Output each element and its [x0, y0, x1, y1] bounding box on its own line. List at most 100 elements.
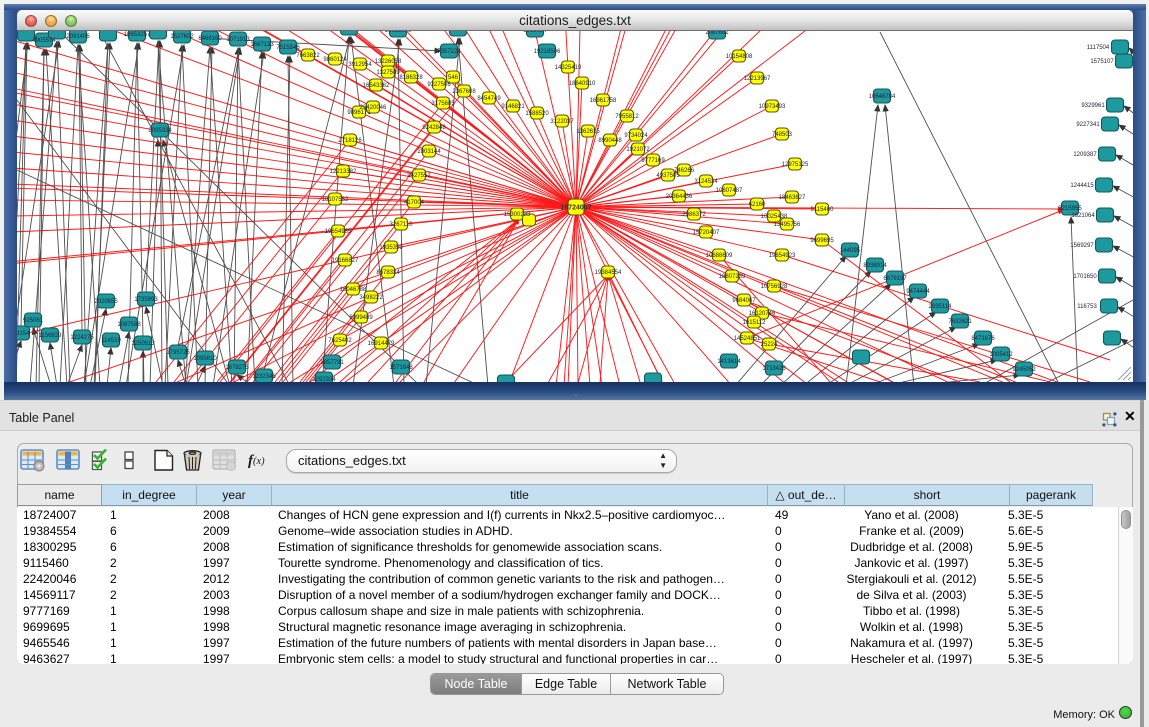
svg-text:7955812: 7955812: [615, 114, 639, 120]
svg-text:1071913: 1071913: [226, 37, 250, 43]
svg-text:10607487: 10607487: [716, 188, 743, 194]
svg-text:9327508: 9327508: [427, 82, 451, 88]
svg-text:3215955: 3215955: [1058, 206, 1082, 212]
svg-text:16046788: 16046788: [340, 287, 367, 293]
svg-text:18807289: 18807289: [719, 274, 746, 280]
svg-text:6879197: 6879197: [883, 276, 907, 282]
svg-text:8938914: 8938914: [863, 263, 887, 269]
svg-text:1362615: 1362615: [576, 129, 600, 135]
svg-text:2091406: 2091406: [66, 34, 90, 40]
svg-text:8990448: 8990448: [598, 138, 622, 144]
svg-text:9734024: 9734024: [624, 133, 648, 139]
svg-text:6466160: 6466160: [198, 36, 222, 42]
svg-text:1209387: 1209387: [1073, 152, 1097, 158]
svg-text:7515546: 7515546: [276, 45, 300, 51]
svg-text:1232346: 1232346: [252, 374, 276, 380]
svg-text:1667133: 1667133: [250, 42, 274, 48]
svg-text:15300233: 15300233: [504, 212, 531, 218]
svg-text:3912954: 3912954: [348, 62, 372, 68]
svg-text:10154808: 10154808: [726, 54, 753, 60]
svg-text:12975125: 12975125: [782, 162, 809, 168]
svg-text:4905574: 4905574: [32, 38, 56, 44]
svg-text:19218506: 19218506: [534, 49, 561, 55]
svg-text:18107552: 18107552: [322, 197, 349, 203]
svg-text:16543362: 16543362: [363, 83, 390, 89]
svg-text:1921072: 1921072: [626, 147, 650, 153]
svg-text:7663822: 7663822: [296, 53, 320, 59]
svg-text:1224275: 1224275: [70, 335, 94, 341]
svg-text:114519: 114519: [101, 338, 121, 344]
svg-text:12213382: 12213382: [330, 169, 357, 175]
svg-text:2020655: 2020655: [94, 299, 118, 305]
svg-text:19166827: 19166827: [332, 258, 359, 264]
svg-text:13495756: 13495756: [774, 222, 801, 228]
svg-text:10973493: 10973493: [759, 104, 786, 110]
svg-text:14524851: 14524851: [734, 336, 761, 342]
svg-text:1527602: 1527602: [170, 34, 194, 40]
svg-text:25224: 25224: [761, 342, 778, 348]
svg-text:8454749: 8454749: [477, 96, 501, 102]
svg-text:18463627: 18463627: [779, 195, 806, 201]
svg-text:10756928: 10756928: [761, 284, 788, 290]
svg-text:1733426: 1733426: [762, 366, 786, 372]
svg-text:1575107: 1575107: [1090, 59, 1114, 65]
svg-text:19654923: 19654923: [769, 253, 796, 259]
svg-text:3124534: 3124534: [694, 179, 718, 185]
svg-text:19654985: 19654985: [325, 229, 352, 235]
svg-text:3267110: 3267110: [390, 222, 414, 228]
svg-text:1795725: 1795725: [166, 350, 190, 356]
svg-text:9427552: 9427552: [407, 173, 431, 179]
svg-text:9699695: 9699695: [810, 238, 834, 244]
svg-text:144095: 144095: [840, 248, 861, 254]
svg-text:1292334: 1292334: [312, 377, 336, 382]
svg-text:3175685: 3175685: [431, 101, 455, 107]
svg-text:2935114: 2935114: [929, 304, 953, 310]
svg-text:9227341: 9227341: [1076, 122, 1100, 128]
svg-text:9329961: 9329961: [1081, 103, 1105, 109]
svg-text:12213967: 12213967: [744, 76, 771, 82]
svg-text:9146821: 9146821: [501, 104, 525, 110]
svg-text:7632621: 7632621: [948, 319, 972, 325]
svg-text:9857791: 9857791: [320, 360, 344, 366]
svg-text:9474444: 9474444: [906, 289, 930, 295]
svg-text:8813054: 8813054: [523, 31, 547, 34]
svg-text:20364436: 20364436: [666, 194, 693, 200]
svg-text:1701650: 1701650: [1073, 274, 1097, 280]
svg-text:1735993: 1735993: [134, 297, 158, 303]
svg-text:1621064: 1621064: [1071, 213, 1095, 219]
svg-text:10648784: 10648784: [869, 94, 896, 100]
svg-text:18724007: 18724007: [560, 205, 591, 212]
svg-text:39154: 39154: [17, 331, 30, 337]
svg-text:546: 546: [448, 75, 459, 81]
svg-text:1005412: 1005412: [989, 352, 1013, 358]
svg-text:1244415: 1244415: [1070, 183, 1094, 189]
svg-text:2367608: 2367608: [452, 89, 476, 95]
svg-text:16914479: 16914479: [368, 341, 395, 347]
svg-text:2803144: 2803144: [417, 149, 441, 155]
svg-text:1935359: 1935359: [379, 245, 403, 251]
svg-text:1571648: 1571648: [389, 365, 413, 371]
svg-text:7357224: 7357224: [437, 49, 461, 55]
svg-text:2986372: 2986372: [682, 212, 706, 218]
svg-text:7625402: 7625402: [328, 338, 352, 344]
svg-text:116753: 116753: [1077, 304, 1097, 310]
svg-text:1156829: 1156829: [39, 333, 63, 339]
svg-text:925061: 925061: [23, 318, 44, 324]
svg-text:9242848: 9242848: [422, 125, 446, 131]
svg-text:3498222: 3498222: [359, 295, 383, 301]
svg-text:9684067: 9684067: [732, 298, 756, 304]
svg-text:10025438: 10025438: [761, 214, 788, 220]
svg-text:16961758: 16961758: [590, 98, 617, 104]
svg-text:1250513: 1250513: [131, 341, 155, 347]
svg-text:14325419: 14325419: [555, 65, 582, 71]
svg-text:6099489: 6099489: [349, 315, 373, 321]
svg-text:9245052: 9245052: [1012, 367, 1036, 373]
svg-text:9115460: 9115460: [811, 207, 835, 213]
svg-text:13226058: 13226058: [375, 59, 402, 65]
svg-text:15720407: 15720407: [693, 230, 720, 236]
svg-text:2087682: 2087682: [705, 31, 729, 36]
svg-text:1413614: 1413614: [717, 359, 741, 365]
svg-text:1095810: 1095810: [193, 356, 217, 362]
svg-text:16120746: 16120746: [749, 311, 776, 317]
svg-text:62160: 62160: [749, 202, 766, 208]
